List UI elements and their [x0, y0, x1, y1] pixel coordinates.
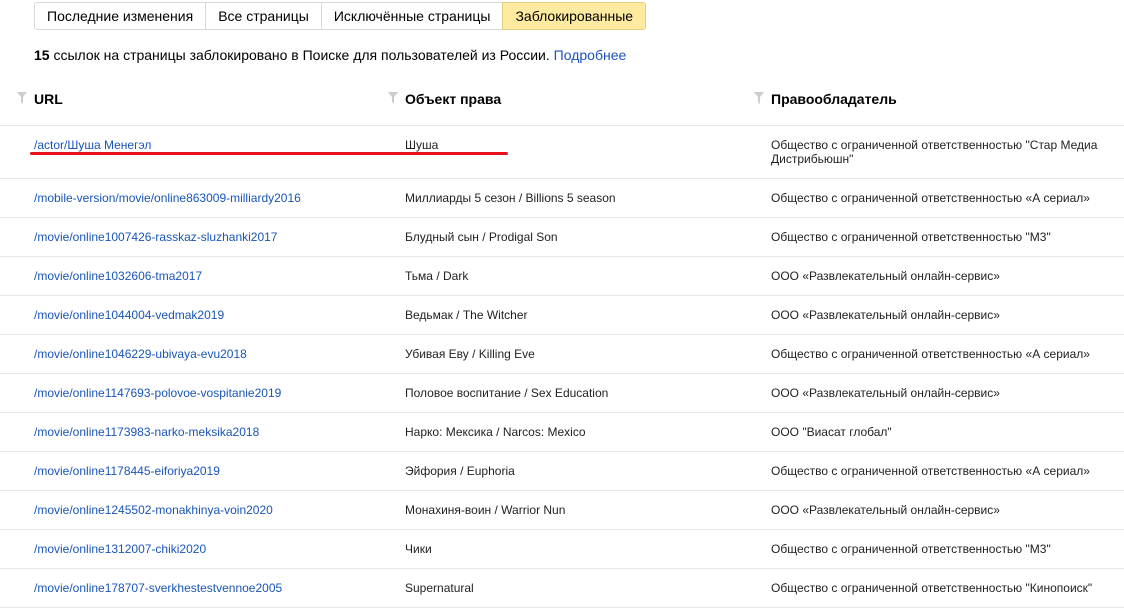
object-cell: Ведьмак / The Witcher: [405, 308, 528, 322]
object-cell: Тьма / Dark: [405, 269, 469, 283]
object-cell: Чики: [405, 542, 432, 556]
blocked-pages-page: Последние изменения Все страницы Исключё…: [0, 0, 1124, 609]
url-link[interactable]: /movie/online178707-sverkhestestvennoe20…: [34, 581, 282, 595]
red-underline-annotation: [30, 152, 508, 155]
object-cell: Нарко: Мексика / Narcos: Mexico: [405, 425, 586, 439]
table-row: /movie/online1245502-monakhinya-voin2020…: [0, 491, 1124, 530]
url-link[interactable]: /movie/online1032606-tma2017: [34, 269, 202, 283]
tab-recent-changes[interactable]: Последние изменения: [34, 2, 207, 30]
url-link[interactable]: /movie/online1046229-ubivaya-evu2018: [34, 347, 247, 361]
object-cell: Миллиарды 5 сезон / Billions 5 season: [405, 191, 616, 205]
table-header: URL Объект права Правообладатель: [0, 70, 1124, 126]
owner-cell: Общество с ограниченной ответственностью…: [771, 542, 1051, 556]
owner-cell: ООО "Виасат глобал": [771, 425, 892, 439]
owner-cell: ООО «Развлекательный онлайн-сервис»: [771, 308, 1000, 322]
table-row: /movie/online1173983-narko-meksika2018 Н…: [0, 413, 1124, 452]
object-cell: Supernatural: [405, 581, 474, 595]
table-row: /movie/online1044004-vedmak2019 Ведьмак …: [0, 296, 1124, 335]
owner-cell: ООО «Развлекательный онлайн-сервис»: [771, 386, 1000, 400]
url-link[interactable]: /movie/online1178445-eiforiya2019: [34, 464, 220, 478]
table-row: /movie/online1007426-rasskaz-sluzhanki20…: [0, 218, 1124, 257]
url-link[interactable]: /movie/online1173983-narko-meksika2018: [34, 425, 259, 439]
table-row: /movie/online1032606-tma2017 Тьма / Dark…: [0, 257, 1124, 296]
summary-text: ссылок на страницы заблокировано в Поиск…: [49, 47, 554, 63]
object-cell: Блудный сын / Prodigal Son: [405, 230, 558, 244]
table-row: /movie/online1147693-polovoe-vospitanie2…: [0, 374, 1124, 413]
tab-excluded-pages[interactable]: Исключённые страницы: [320, 2, 504, 30]
tab-all-pages[interactable]: Все страницы: [205, 2, 322, 30]
object-cell: Половое воспитание / Sex Education: [405, 386, 609, 400]
object-cell: Эйфория / Euphoria: [405, 464, 515, 478]
blocked-count: 15: [34, 47, 50, 63]
owner-cell: ООО «Развлекательный онлайн-сервис»: [771, 503, 1000, 517]
url-link[interactable]: /movie/online1147693-polovoe-vospitanie2…: [34, 386, 281, 400]
object-cell: Монахиня-воин / Warrior Nun: [405, 503, 566, 517]
more-info-link[interactable]: Подробнее: [554, 47, 627, 63]
column-header-owner[interactable]: Правообладатель: [771, 90, 897, 108]
url-link[interactable]: /movie/online1312007-chiki2020: [34, 542, 206, 556]
object-cell: Шуша: [405, 138, 439, 152]
owner-cell: Общество с ограниченной ответственностью…: [771, 464, 1090, 478]
filter-icon[interactable]: [388, 92, 398, 104]
owner-cell: ООО «Развлекательный онлайн-сервис»: [771, 269, 1000, 283]
tab-bar: Последние изменения Все страницы Исключё…: [34, 2, 647, 30]
filter-icon[interactable]: [754, 92, 764, 104]
table-row: /movie/online1178445-eiforiya2019 Эйфори…: [0, 452, 1124, 491]
owner-cell: Общество с ограниченной ответственностью…: [771, 191, 1090, 205]
url-link[interactable]: /mobile-version/movie/online863009-milli…: [34, 191, 301, 205]
object-cell: Убивая Еву / Killing Eve: [405, 347, 535, 361]
url-link[interactable]: /movie/online1044004-vedmak2019: [34, 308, 224, 322]
blocked-summary: 15 ссылок на страницы заблокировано в По…: [34, 46, 626, 64]
filter-icon[interactable]: [17, 92, 27, 104]
url-link[interactable]: /actor/Шуша Менегэл: [34, 138, 151, 152]
table-row: /actor/Шуша Менегэл Шуша Общество с огра…: [0, 126, 1124, 179]
table-row: /mobile-version/movie/online863009-milli…: [0, 179, 1124, 218]
url-link[interactable]: /movie/online1245502-monakhinya-voin2020: [34, 503, 273, 517]
blocked-table-body: /actor/Шуша Менегэл Шуша Общество с огра…: [0, 126, 1124, 608]
owner-cell: Общество с ограниченной ответственностью…: [771, 230, 1051, 244]
owner-cell: Общество с ограниченной ответственностью…: [771, 347, 1090, 361]
table-row: /movie/online178707-sverkhestestvennoe20…: [0, 569, 1124, 608]
table-row: /movie/online1046229-ubivaya-evu2018 Уби…: [0, 335, 1124, 374]
tab-blocked[interactable]: Заблокированные: [502, 2, 647, 30]
url-link[interactable]: /movie/online1007426-rasskaz-sluzhanki20…: [34, 230, 277, 244]
owner-cell: Общество с ограниченной ответственностью…: [771, 138, 1098, 166]
owner-cell: Общество с ограниченной ответственностью…: [771, 581, 1093, 595]
column-header-url[interactable]: URL: [34, 90, 63, 108]
table-row: /movie/online1312007-chiki2020 Чики Обще…: [0, 530, 1124, 569]
column-header-object[interactable]: Объект права: [405, 90, 501, 108]
